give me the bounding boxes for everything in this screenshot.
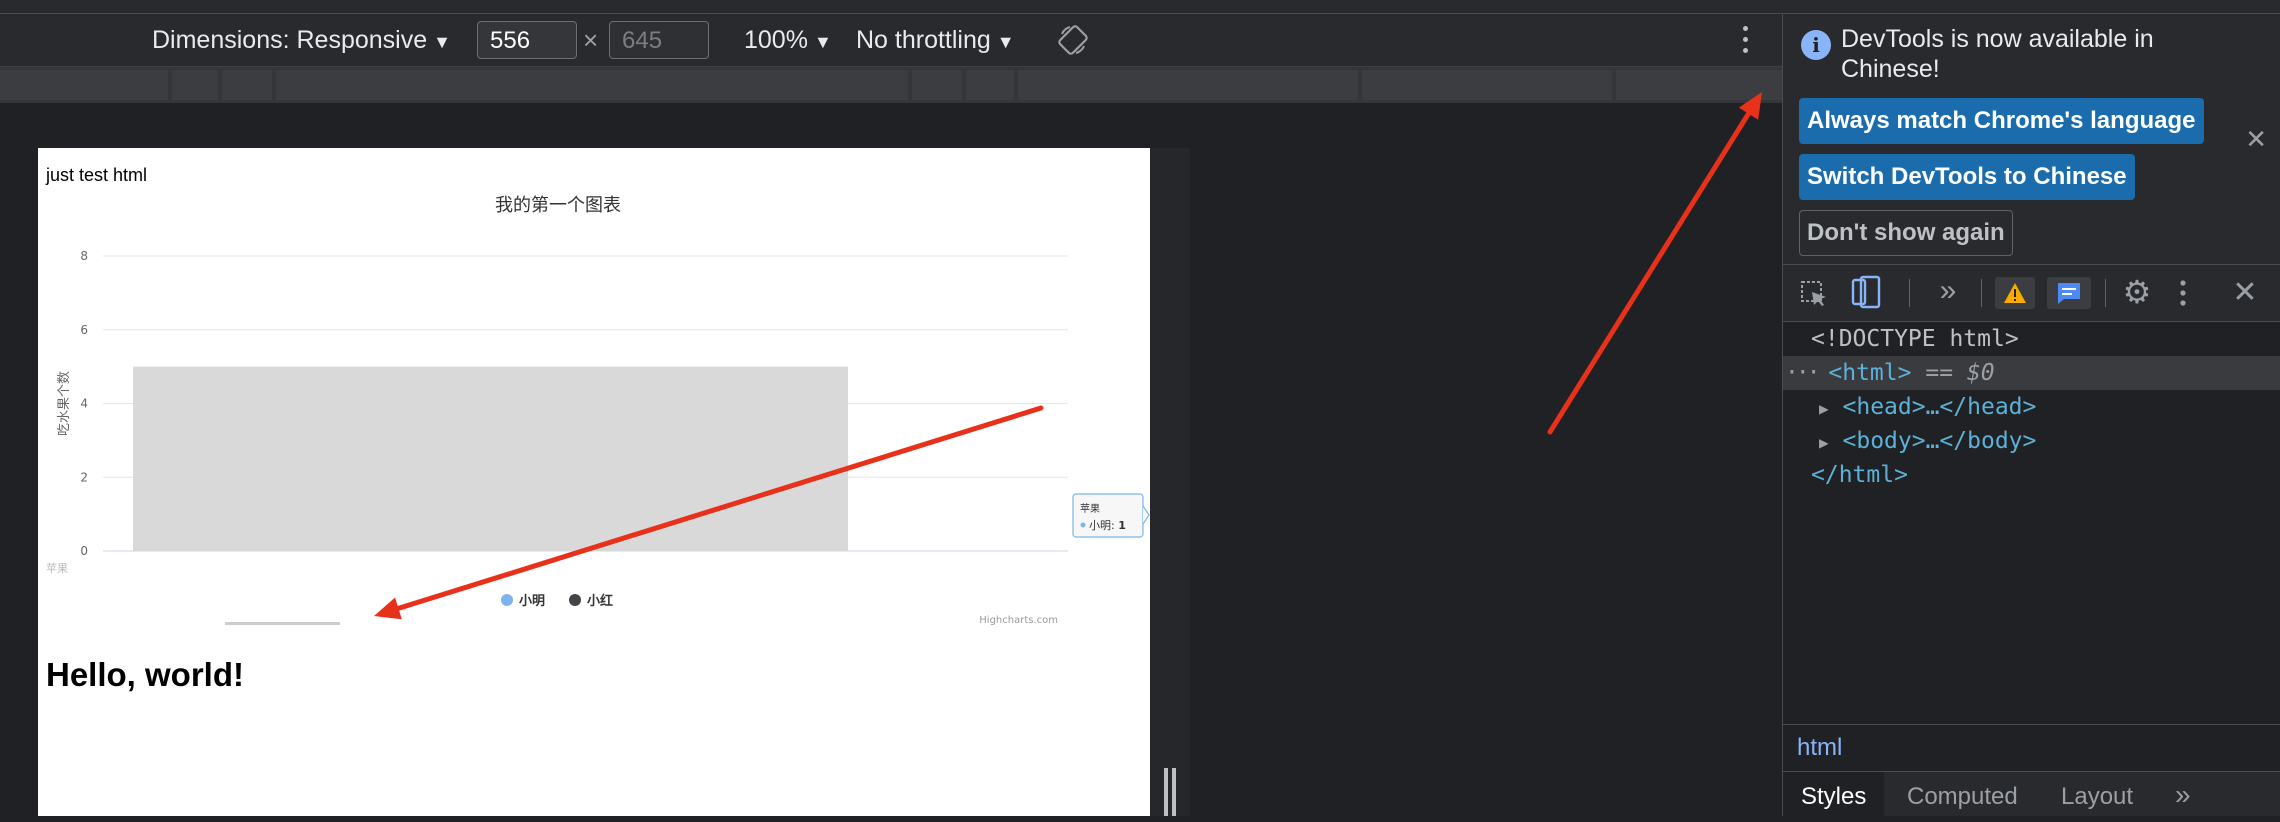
annotation-arrow-up-shaft (1547, 109, 1752, 435)
annotation-arrow-left-shaft (394, 405, 1044, 612)
annotation-arrow-up-head (1738, 92, 1762, 120)
annotation-overlay (374, 92, 1762, 620)
annotation-arrow-left-head (374, 597, 402, 620)
